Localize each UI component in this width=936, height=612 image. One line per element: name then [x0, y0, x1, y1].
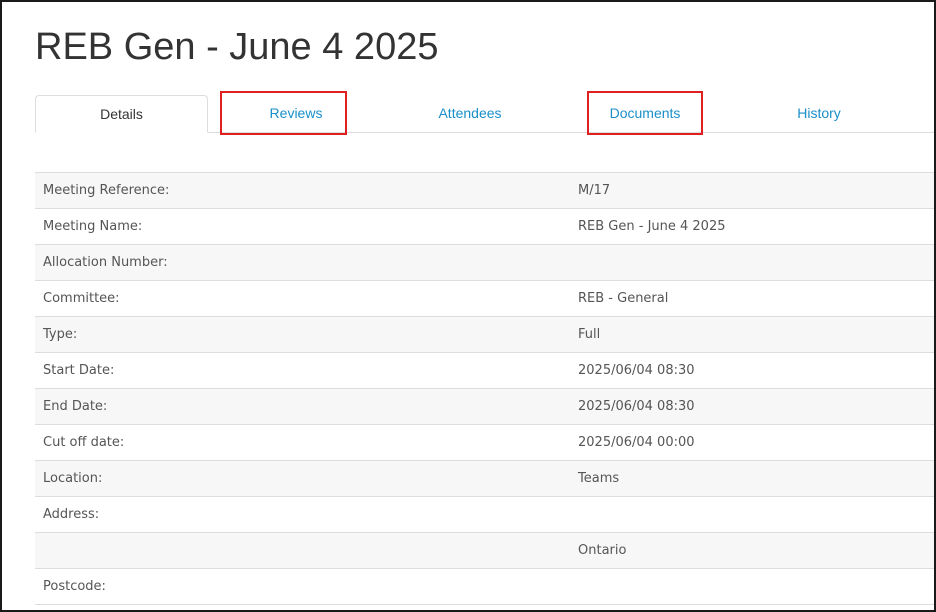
detail-row-type: Type: Full — [35, 317, 934, 353]
detail-row-cut-off-date: Cut off date: 2025/06/04 00:00 — [35, 425, 934, 461]
tab-bar: Details Reviews Attendees Documents Hist… — [35, 95, 934, 133]
detail-row-location: Location: Teams — [35, 461, 934, 497]
detail-value: 2025/06/04 08:30 — [578, 399, 695, 414]
detail-label: Postcode: — [43, 579, 106, 594]
meeting-details-window: REB Gen - June 4 2025 Details Reviews At… — [0, 0, 936, 612]
detail-label: Type: — [43, 327, 78, 342]
tab-history[interactable]: History — [745, 95, 893, 132]
detail-row-meeting-name: Meeting Name: REB Gen - June 4 2025 — [35, 209, 934, 245]
detail-label: End Date: — [43, 399, 108, 414]
tab-reviews[interactable]: Reviews — [222, 95, 370, 132]
detail-row-province: Ontario — [35, 533, 934, 569]
detail-label: Address: — [43, 507, 100, 522]
detail-row-allocation-number: Allocation Number: — [35, 245, 934, 281]
details-table: Meeting Reference: M/17 Meeting Name: RE… — [35, 172, 934, 605]
detail-label: Start Date: — [43, 363, 115, 378]
detail-value: M/17 — [578, 183, 611, 198]
detail-row-start-date: Start Date: 2025/06/04 08:30 — [35, 353, 934, 389]
detail-label: Committee: — [43, 291, 120, 306]
detail-value: REB Gen - June 4 2025 — [578, 219, 726, 234]
detail-value: 2025/06/04 08:30 — [578, 363, 695, 378]
detail-row-meeting-reference: Meeting Reference: M/17 — [35, 173, 934, 209]
detail-label: Meeting Reference: — [43, 183, 170, 198]
detail-label: Location: — [43, 471, 103, 486]
detail-row-postcode: Postcode: — [35, 569, 934, 605]
tab-attendees[interactable]: Attendees — [396, 95, 544, 132]
detail-value: REB - General — [578, 291, 669, 306]
detail-label: Meeting Name: — [43, 219, 143, 234]
detail-row-committee: Committee: REB - General — [35, 281, 934, 317]
detail-label: Cut off date: — [43, 435, 125, 450]
tab-details[interactable]: Details — [35, 95, 208, 133]
detail-value: 2025/06/04 00:00 — [578, 435, 695, 450]
detail-value: Full — [578, 327, 601, 342]
detail-value: Ontario — [578, 543, 627, 558]
detail-value: Teams — [578, 471, 620, 486]
tab-documents[interactable]: Documents — [571, 95, 719, 132]
detail-row-address: Address: — [35, 497, 934, 533]
page-title: REB Gen - June 4 2025 — [35, 26, 439, 68]
detail-label: Allocation Number: — [43, 255, 168, 270]
detail-row-end-date: End Date: 2025/06/04 08:30 — [35, 389, 934, 425]
